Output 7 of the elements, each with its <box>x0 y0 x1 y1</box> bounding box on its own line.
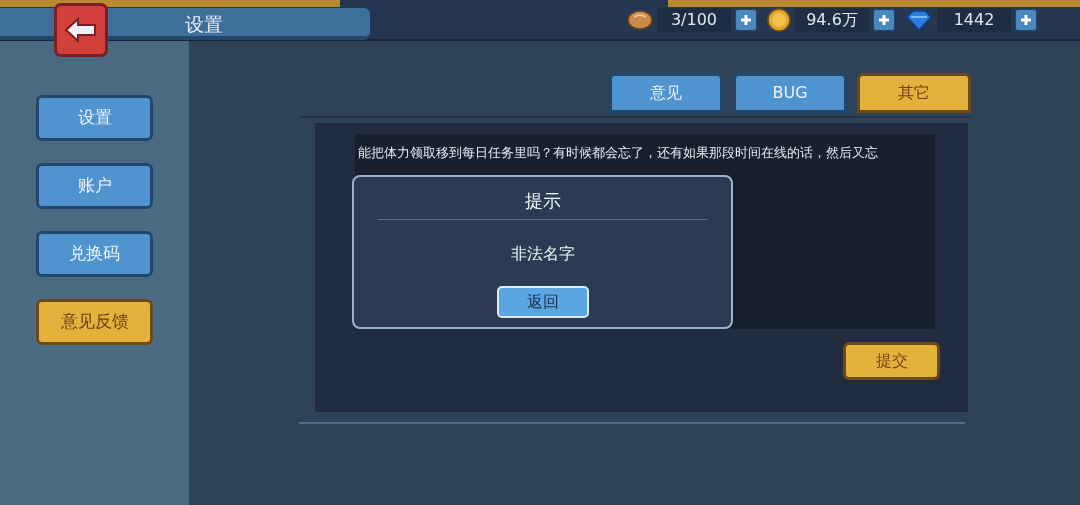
page-title: 设置 <box>185 12 223 37</box>
dialog-message: 非法名字 <box>510 243 575 265</box>
resource-value: 3/100 <box>657 7 731 32</box>
resource-value: 94.6万 <box>795 7 869 32</box>
dialog-title: 提示 <box>524 189 561 213</box>
feedback-text: 能把体力领取移到每日任务里吗？有时候都会忘了，还有如果那段时间在线的话，然后又忘 <box>358 145 878 160</box>
resource-value: 1442 <box>937 7 1011 32</box>
